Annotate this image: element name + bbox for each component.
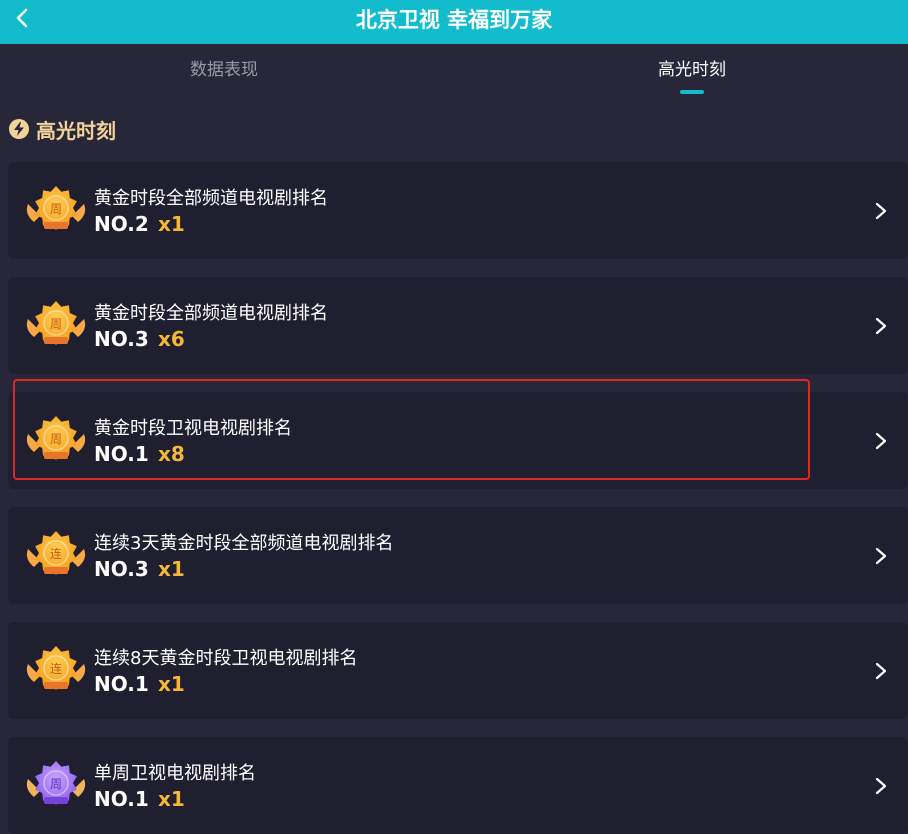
medal-badge-icon: 周 bbox=[26, 416, 86, 460]
badge-character: 周 bbox=[50, 432, 62, 446]
card-rank: NO.2 bbox=[94, 212, 149, 236]
tab-data-performance[interactable]: 数据表现 bbox=[74, 44, 374, 100]
chevron-right-icon[interactable] bbox=[870, 198, 892, 224]
active-tab-indicator bbox=[680, 90, 704, 94]
card-count: x1 bbox=[158, 672, 185, 696]
medal-badge-icon: 连 bbox=[26, 531, 86, 575]
card-title: 单周卫视电视剧排名 bbox=[94, 763, 256, 784]
card-rank: NO.3 bbox=[94, 327, 149, 351]
chevron-right-icon[interactable] bbox=[870, 658, 892, 684]
card-rank: NO.1 bbox=[94, 672, 149, 696]
card-count: x8 bbox=[158, 442, 185, 466]
badge-character: 连 bbox=[50, 546, 62, 561]
chevron-right-icon[interactable] bbox=[870, 428, 892, 454]
card-title: 黄金时段全部频道电视剧排名 bbox=[94, 303, 328, 324]
lightning-icon bbox=[9, 119, 29, 139]
tab-bar: 数据表现 高光时刻 bbox=[0, 44, 908, 100]
medal-badge-icon: 周 bbox=[26, 761, 86, 805]
card-title: 连续3天黄金时段全部频道电视剧排名 bbox=[94, 533, 394, 554]
section-header: 高光时刻 bbox=[8, 114, 116, 144]
card-rank: NO.1 bbox=[94, 787, 149, 811]
card-count: x1 bbox=[158, 212, 185, 236]
card-rank: NO.1 bbox=[94, 442, 149, 466]
card-count: x1 bbox=[158, 557, 185, 581]
section-title: 高光时刻 bbox=[36, 118, 116, 143]
tab-highlights[interactable]: 高光时刻 bbox=[542, 44, 842, 100]
badge-character: 周 bbox=[50, 202, 62, 216]
highlight-card[interactable]: 周 黄金时段全部频道电视剧排名 NO.3 x6 bbox=[8, 277, 908, 374]
medal-badge-icon: 周 bbox=[26, 186, 86, 230]
highlight-card[interactable]: 周 单周卫视电视剧排名 NO.1 x1 bbox=[8, 737, 908, 834]
tab-highlights-label: 高光时刻 bbox=[658, 60, 726, 80]
badge-character: 周 bbox=[50, 777, 62, 791]
highlight-card[interactable]: 周 黄金时段卫视电视剧排名 NO.1 x8 bbox=[8, 392, 908, 489]
highlight-card[interactable]: 周 黄金时段全部频道电视剧排名 NO.2 x1 bbox=[8, 162, 908, 259]
card-rank: NO.3 bbox=[94, 557, 149, 581]
header-bar: 北京卫视 幸福到万家 bbox=[0, 0, 908, 44]
highlight-card[interactable]: 连 连续3天黄金时段全部频道电视剧排名 NO.3 x1 bbox=[8, 507, 908, 604]
badge-character: 周 bbox=[50, 317, 62, 331]
medal-badge-icon: 连 bbox=[26, 646, 86, 690]
card-count: x6 bbox=[158, 327, 185, 351]
chevron-right-icon[interactable] bbox=[870, 773, 892, 799]
highlight-card[interactable]: 连 连续8天黄金时段卫视电视剧排名 NO.1 x1 bbox=[8, 622, 908, 719]
badge-character: 连 bbox=[50, 661, 62, 676]
chevron-right-icon[interactable] bbox=[870, 543, 892, 569]
chevron-right-icon[interactable] bbox=[870, 313, 892, 339]
card-title: 黄金时段卫视电视剧排名 bbox=[94, 418, 292, 439]
card-title: 黄金时段全部频道电视剧排名 bbox=[94, 188, 328, 209]
card-title: 连续8天黄金时段卫视电视剧排名 bbox=[94, 648, 358, 669]
card-count: x1 bbox=[158, 787, 185, 811]
medal-badge-icon: 周 bbox=[26, 301, 86, 345]
page-title: 北京卫视 幸福到万家 bbox=[355, 8, 553, 32]
